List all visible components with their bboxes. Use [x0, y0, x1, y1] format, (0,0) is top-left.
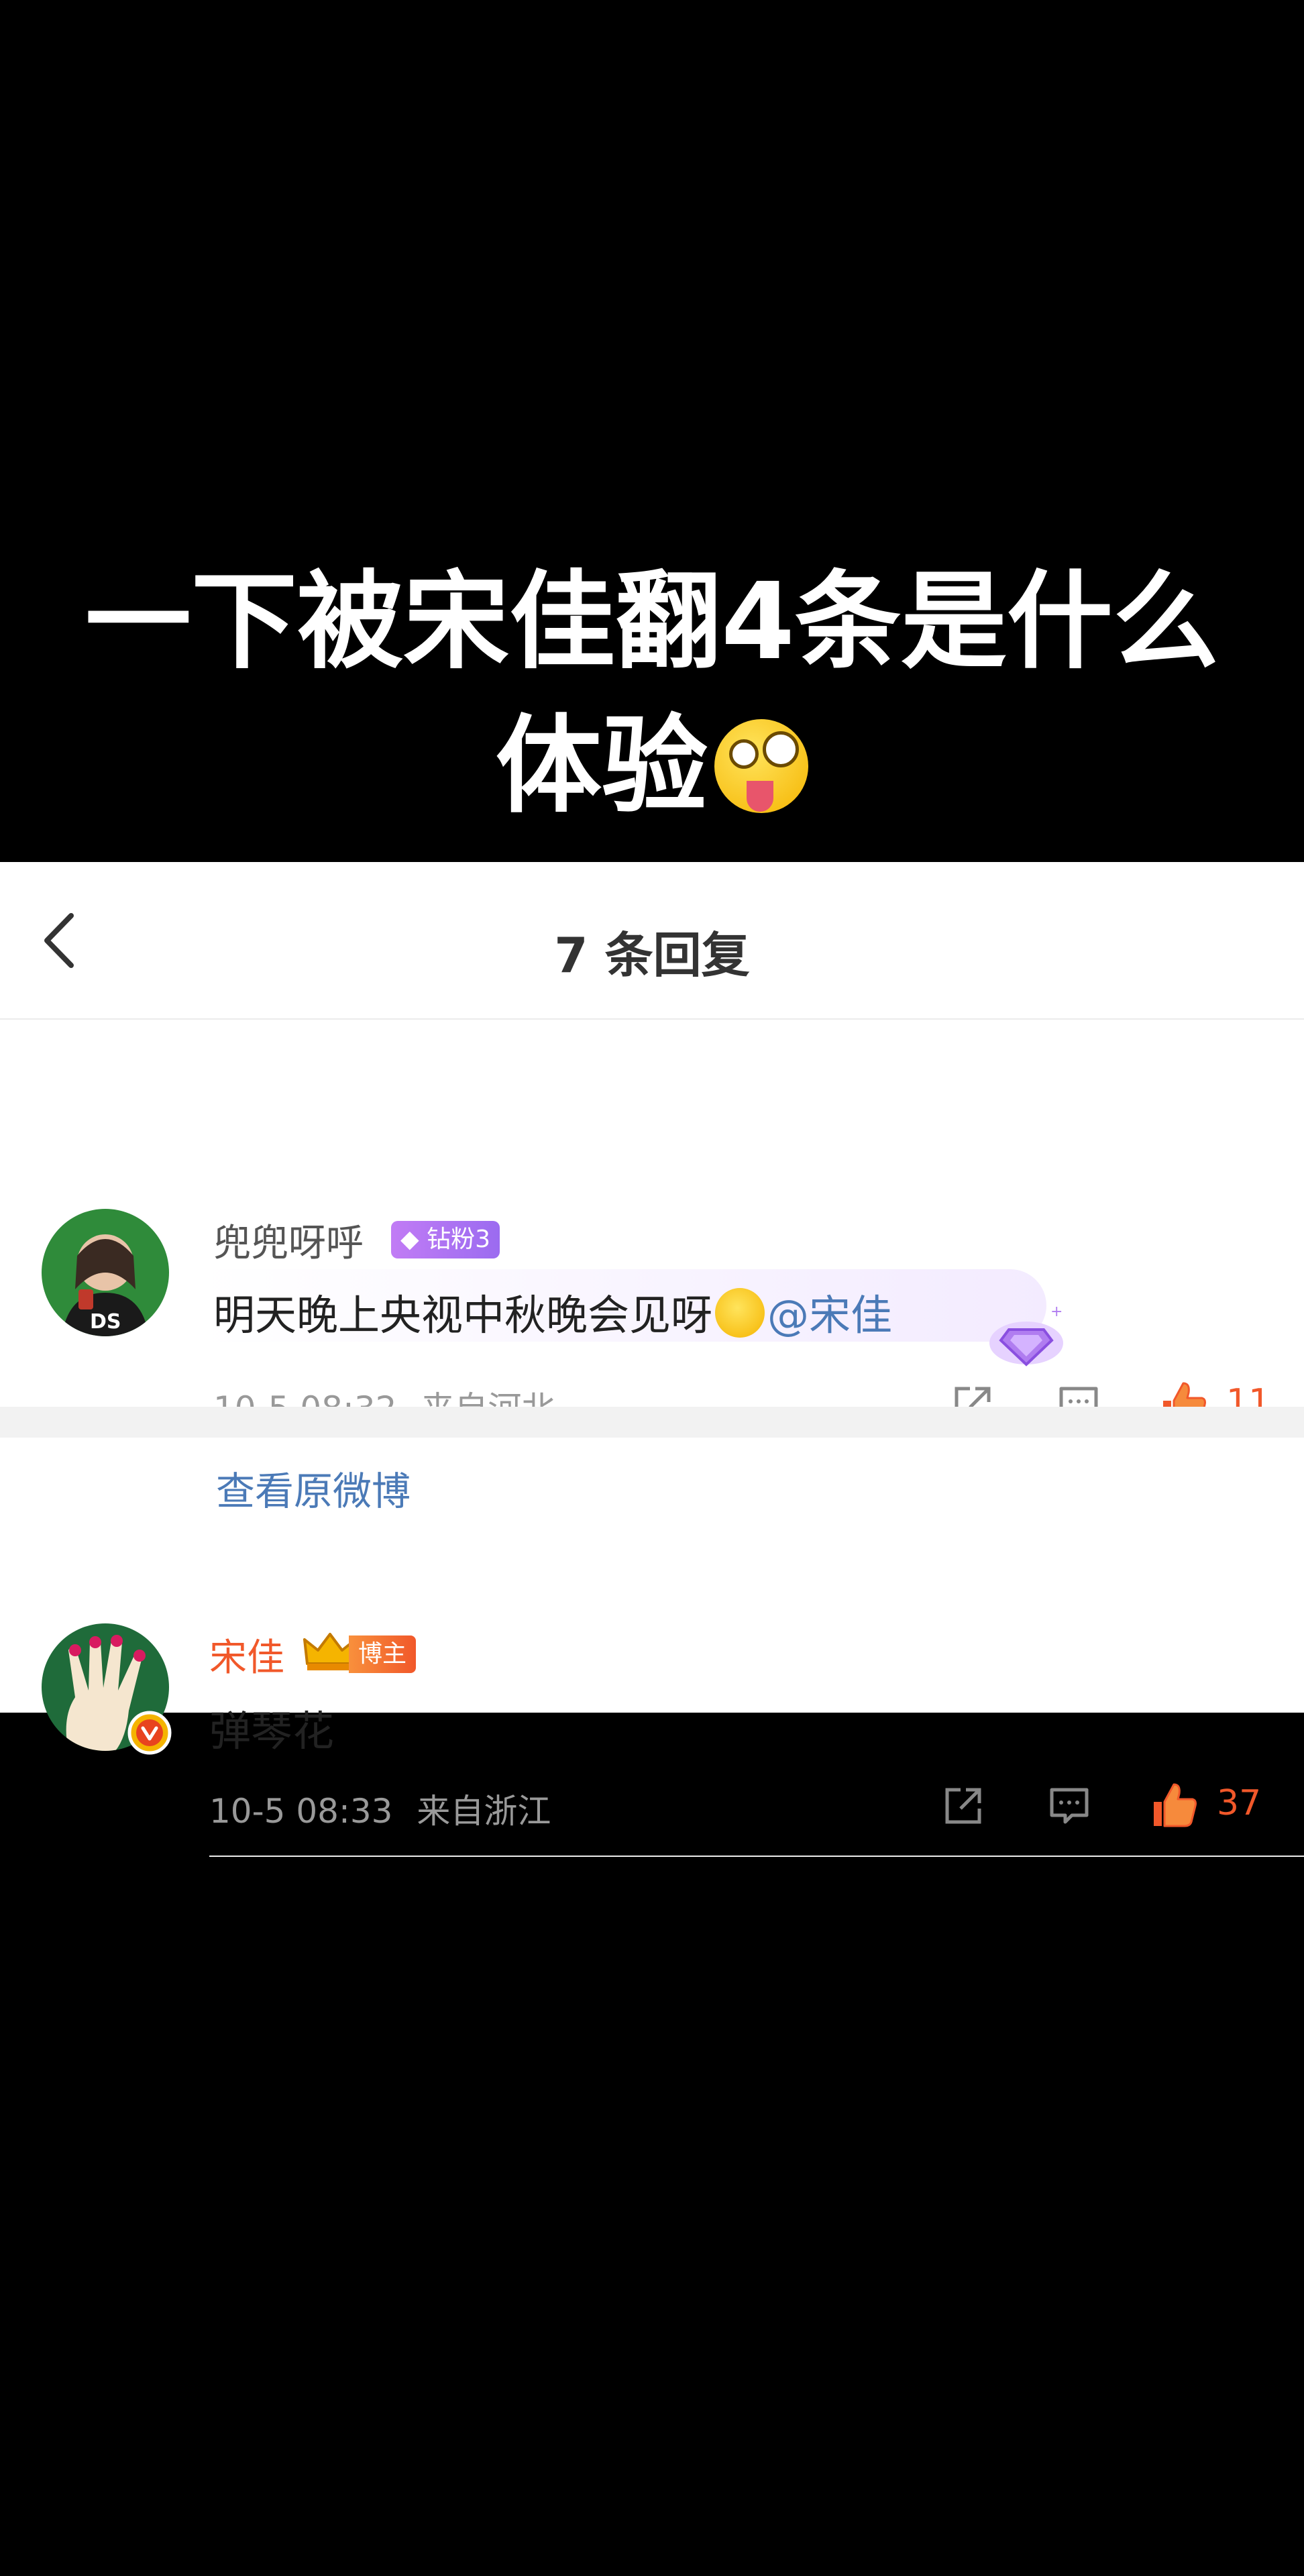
- comment-text: 弹琴花: [209, 1707, 335, 1756]
- timestamp: 10-5 08:33: [209, 1792, 393, 1831]
- location: 来自浙江: [417, 1792, 551, 1831]
- verified-icon: [127, 1711, 172, 1755]
- caption-line-1: 一下被宋佳翻4条是什么: [85, 560, 1219, 684]
- diamond-sticker-icon: +: [989, 1303, 1063, 1366]
- caption-line-2-text: 体验: [496, 704, 708, 828]
- zany-face-icon: [714, 719, 808, 813]
- comment-text: 明天晚上央视中秋晚会见呀 @宋佳: [213, 1281, 892, 1342]
- mention-link[interactable]: @宋佳: [767, 1291, 892, 1340]
- divider: [209, 1856, 1304, 1857]
- blogger-badge: 博主: [349, 1635, 417, 1673]
- svg-text:DS: DS: [90, 1310, 121, 1334]
- diamond-icon: ◆: [400, 1226, 419, 1253]
- user-name[interactable]: 兜兜呀呼: [213, 1213, 364, 1267]
- svg-text:+: +: [1050, 1303, 1063, 1320]
- fan-badge: ◆ 钻粉3: [391, 1221, 500, 1258]
- comment-icon[interactable]: [1048, 1784, 1091, 1827]
- comment-body: 明天晚上央视中秋晚会见呀: [213, 1291, 713, 1340]
- reply-panel: 7 条回复 DS 兜兜呀呼 ◆ 钻粉3 明天晚上央视中秋晚会见呀 @宋佳 + 1…: [0, 862, 1304, 1857]
- avatar[interactable]: DS: [42, 1209, 169, 1336]
- user-name[interactable]: 宋佳: [209, 1627, 284, 1682]
- caption-line-2: 体验: [0, 694, 1304, 839]
- section-divider: [0, 1407, 1304, 1438]
- hugging-face-icon: [715, 1288, 765, 1338]
- comment-meta: 10-5 08:33 来自浙江: [209, 1784, 551, 1833]
- badge-label: 钻粉3: [427, 1226, 491, 1253]
- view-original-link[interactable]: 查看原微博: [216, 1460, 411, 1516]
- like-count: 37: [1217, 1783, 1262, 1823]
- page-title: 7 条回复: [554, 927, 750, 983]
- share-icon[interactable]: [942, 1784, 985, 1827]
- nav-bar: 7 条回复: [0, 862, 1304, 1020]
- overlay-caption: 一下被宋佳翻4条是什么 体验: [0, 550, 1304, 839]
- like-icon[interactable]: [1150, 1780, 1199, 1830]
